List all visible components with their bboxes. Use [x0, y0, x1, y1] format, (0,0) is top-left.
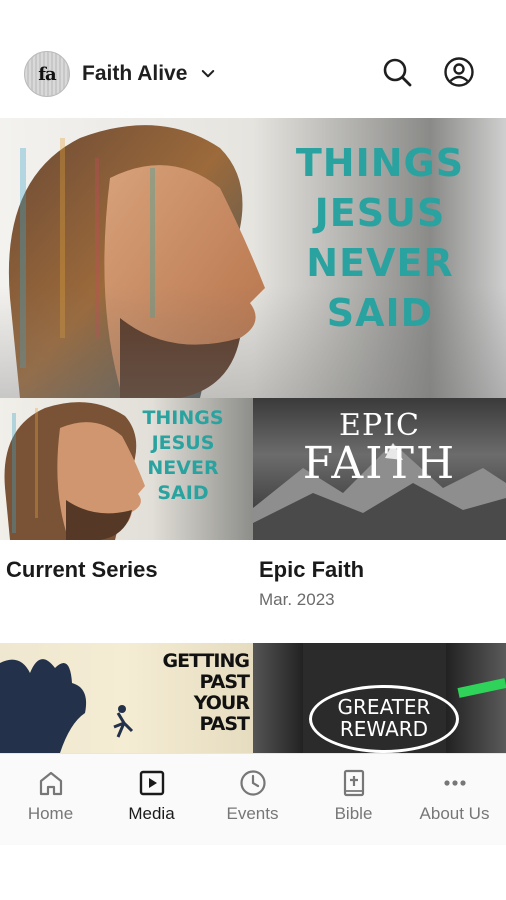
series-card-art-title: GREATER REWARD: [309, 685, 459, 753]
series-card-epic-faith-thumbnail[interactable]: EPIC FAITH: [253, 398, 506, 540]
series-card-art-title: EPIC FAITH: [253, 410, 506, 486]
art-text-line: GETTING: [162, 650, 250, 672]
nav-item-about-us[interactable]: About Us: [404, 754, 505, 846]
art-text-line: REWARD: [339, 717, 429, 741]
more-icon: [444, 780, 466, 786]
series-card-title[interactable]: Epic Faith: [259, 557, 364, 583]
series-card-getting-past-thumbnail[interactable]: GETTING PAST YOUR PAST: [0, 643, 253, 753]
hero-title-line: SAID: [326, 291, 434, 335]
hero-title: THINGS JESUS NEVER SAID: [290, 138, 470, 338]
org-switcher[interactable]: fa Faith Alive: [24, 50, 217, 98]
nav-label: Media: [128, 804, 175, 823]
nav-item-home[interactable]: Home: [0, 754, 101, 846]
hero-title-line: NEVER: [306, 241, 454, 285]
clock-icon: [240, 770, 266, 796]
series-card-date: Mar. 2023: [259, 590, 335, 609]
shadow-hands-art: [0, 659, 134, 753]
art-text-line: GREATER: [337, 695, 431, 719]
nav-item-media[interactable]: Media: [101, 754, 202, 846]
org-logo: fa: [24, 51, 70, 97]
art-text-line: SAID: [157, 482, 209, 504]
media-icon: [139, 770, 165, 796]
art-text-line: THINGS: [142, 407, 224, 429]
art-text-line: YOUR: [193, 692, 250, 714]
collage-strip: [253, 643, 303, 753]
hero-banner[interactable]: THINGS JESUS NEVER SAID: [0, 118, 506, 398]
series-portrait-art: [4, 402, 146, 540]
series-card-art-title: GETTING PAST YOUR PAST: [163, 651, 250, 735]
art-text-line: FAITH: [302, 438, 457, 489]
profile-icon[interactable]: [443, 56, 475, 88]
app-header: fa Faith Alive: [0, 0, 506, 118]
bible-icon: [343, 769, 365, 797]
search-icon[interactable]: [381, 56, 413, 88]
home-icon: [39, 771, 63, 796]
chevron-down-icon: [202, 70, 215, 78]
nav-label: Events: [226, 804, 279, 823]
art-text-line: JESUS: [151, 432, 215, 454]
logo-text: fa: [38, 63, 56, 85]
art-text-line: PAST: [199, 713, 250, 735]
org-name: Faith Alive: [82, 62, 188, 85]
nav-label: About Us: [419, 804, 490, 823]
nav-label: Bible: [334, 804, 373, 823]
system-nav-bar: [0, 845, 506, 900]
art-text-line: PAST: [199, 671, 250, 693]
series-card-art-title: THINGS JESUS NEVER SAID: [133, 406, 233, 506]
bottom-nav: Home Media Events Bible About Us: [0, 753, 506, 845]
series-card-greater-reward-thumbnail[interactable]: GREATER REWARD: [253, 643, 506, 753]
hero-title-line: THINGS: [295, 141, 465, 185]
nav-item-bible[interactable]: Bible: [303, 754, 404, 846]
hero-title-line: JESUS: [314, 191, 446, 235]
nav-item-events[interactable]: Events: [202, 754, 303, 846]
series-card-current-thumbnail[interactable]: THINGS JESUS NEVER SAID: [0, 398, 253, 540]
series-card-title[interactable]: Current Series: [6, 557, 158, 583]
art-text-line: NEVER: [147, 457, 219, 479]
nav-label: Home: [27, 804, 74, 823]
